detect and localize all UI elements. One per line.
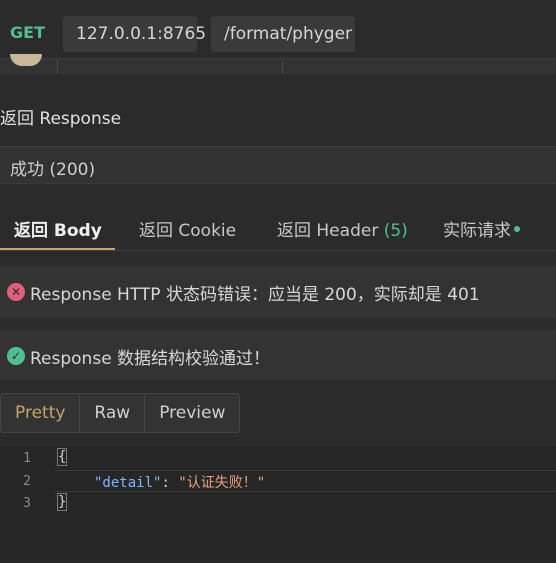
line-number: 2 <box>23 474 31 489</box>
view-switcher: Pretty Raw Preview <box>0 393 241 433</box>
divider <box>282 60 283 74</box>
code-editor[interactable]: 1 2 3 { "detail": "认证失败！" } <box>0 446 556 563</box>
json-colon: : <box>161 475 179 491</box>
raw-button[interactable]: Raw <box>80 394 146 432</box>
preview-button[interactable]: Preview <box>145 394 239 432</box>
divider <box>57 60 58 74</box>
error-alert: ✕ Response HTTP 状态码错误：应当是 200，实际却是 401 <box>0 266 556 318</box>
success-alert: ✓ Response 数据结构校验通过！ <box>0 330 556 382</box>
collapsed-row <box>0 58 556 74</box>
open-brace: { <box>56 448 68 466</box>
header-count-badge: (5) <box>383 221 408 241</box>
check-circle-icon: ✓ <box>7 347 25 365</box>
code-line-3: } <box>56 493 68 511</box>
tab-actual-request[interactable]: 实际请求 <box>443 216 520 241</box>
tab-body[interactable]: 返回 Body <box>14 216 102 241</box>
error-circle-icon: ✕ <box>7 283 25 301</box>
tab-header[interactable]: 返回 Header (5) <box>277 216 408 241</box>
line-number: 1 <box>23 451 31 466</box>
response-section-title: 返回 Response <box>0 109 122 129</box>
tabs-divider <box>0 250 556 251</box>
json-key: "detail" <box>94 475 162 491</box>
host-field[interactable]: 127.0.0.1:8765 <box>63 16 206 52</box>
status-text: 成功 (200) <box>10 160 96 180</box>
json-value: "认证失败！" <box>178 475 266 491</box>
tab-header-label: 返回 Header <box>277 221 379 241</box>
tab-body-label: 返回 Body <box>14 221 102 241</box>
path-field[interactable]: /format/phyger <box>211 16 355 52</box>
status-dot-icon <box>514 226 520 232</box>
pretty-button[interactable]: Pretty <box>1 394 81 432</box>
code-line-1: { <box>56 448 68 466</box>
http-method[interactable]: GET <box>10 23 45 42</box>
code-line-2: "detail": "认证失败！" <box>94 472 265 492</box>
success-alert-text: Response 数据结构校验通过！ <box>30 349 271 369</box>
close-brace: } <box>56 493 68 511</box>
error-alert-text: Response HTTP 状态码错误：应当是 200，实际却是 401 <box>30 285 480 305</box>
tab-cookie[interactable]: 返回 Cookie <box>139 216 236 241</box>
tab-cookie-label: 返回 Cookie <box>139 221 237 241</box>
tab-actual-request-label: 实际请求 <box>443 221 511 241</box>
line-number: 3 <box>23 496 31 511</box>
